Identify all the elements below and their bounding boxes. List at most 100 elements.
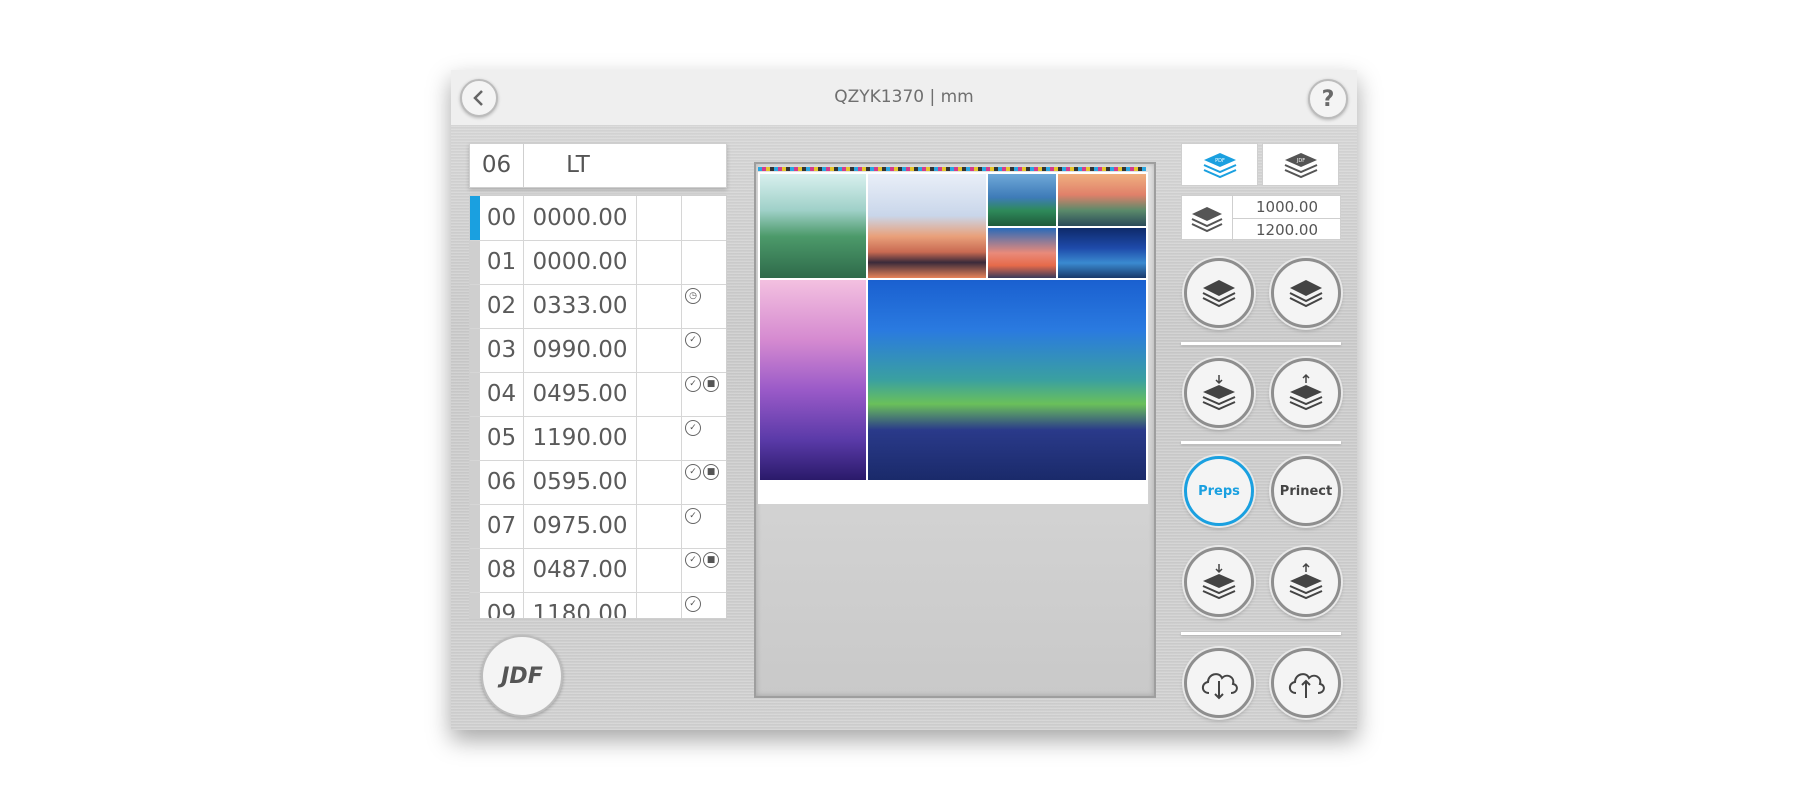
list-row[interactable]: 03 0990.00 ✓	[470, 328, 726, 373]
list-row-icons: ✓	[682, 420, 726, 440]
prinect-label: Prinect	[1279, 483, 1333, 499]
list-row[interactable]: 09 1180.00 ✓	[470, 592, 726, 618]
list-row-empty-cell	[637, 460, 682, 504]
pdf-layers-icon: PDF	[1203, 152, 1236, 178]
list-row-index: 01	[480, 240, 524, 284]
list-row-empty-cell	[637, 372, 682, 416]
layers-width-button[interactable]	[1184, 258, 1254, 328]
value-list[interactable]: 00 0000.00 01 0000.00 02 0333.00 ◷ 03 0990.00 ✓ 04…	[469, 195, 727, 619]
chevron-left-icon	[473, 90, 483, 106]
artwork-green-hills	[988, 174, 1056, 226]
color-control-strip	[758, 167, 1146, 171]
stop-search-icon: ■	[703, 376, 719, 392]
print-sheet-preview	[754, 162, 1156, 698]
list-row-icons: ✓	[682, 508, 726, 528]
list-row-value[interactable]: 1180.00	[524, 592, 637, 618]
cloud-upload-button[interactable]	[1271, 648, 1341, 718]
list-row-value[interactable]: 0975.00	[524, 504, 637, 548]
list-row-icons: ✓ ■	[682, 464, 726, 484]
timer-icon: ◷	[685, 288, 701, 304]
list-row-value[interactable]: 0000.00	[524, 196, 637, 240]
list-row[interactable]: 08 0487.00 ✓ ■	[470, 548, 726, 593]
check-search-icon: ✓	[685, 552, 701, 568]
artwork-lake-cabin	[868, 280, 1146, 480]
jdf-logo-button[interactable]: JDF	[481, 635, 563, 717]
jdf-export-button[interactable]	[1271, 547, 1341, 617]
list-row-icons	[682, 200, 726, 220]
list-header-number[interactable]: 06	[470, 144, 524, 187]
jdf-import-button[interactable]	[1184, 547, 1254, 617]
list-row-index: 07	[480, 504, 524, 548]
cloud-download-button[interactable]	[1184, 648, 1254, 718]
jdf-import-icon	[1202, 564, 1236, 600]
list-row-index: 03	[480, 328, 524, 372]
back-button[interactable]	[460, 79, 498, 117]
divider	[1181, 441, 1341, 444]
list-row-empty-cell	[637, 548, 682, 592]
divider	[1181, 342, 1341, 345]
check-search-icon: ✓	[685, 332, 701, 348]
imposition-area	[758, 172, 1148, 504]
list-row-icons: ✓ ■	[682, 376, 726, 396]
check-search-icon: ✓	[685, 508, 701, 524]
list-row-value[interactable]: 0595.00	[524, 460, 637, 504]
list-row[interactable]: 02 0333.00 ◷	[470, 284, 726, 329]
tab-jdf[interactable]: JDF	[1262, 143, 1339, 186]
list-row-index: 02	[480, 284, 524, 328]
stop-search-icon: ■	[703, 552, 719, 568]
list-row-icons: ✓ ■	[682, 552, 726, 572]
page-title: QZYK1370 | mm	[834, 87, 974, 107]
stop-search-icon: ■	[703, 464, 719, 480]
divider	[1181, 632, 1341, 635]
list-row-empty-cell	[637, 328, 682, 372]
cloud-upload-icon	[1288, 673, 1325, 698]
title-bar: QZYK1370 | mm ?	[451, 70, 1357, 126]
prinect-button[interactable]: Prinect	[1271, 456, 1341, 526]
pdf-import-button[interactable]	[1184, 358, 1254, 428]
artwork-desert-dunes	[868, 174, 986, 278]
help-icon: ?	[1321, 86, 1335, 112]
list-row-index: 05	[480, 416, 524, 460]
list-row-value[interactable]: 0000.00	[524, 240, 637, 284]
artwork-village-hill	[760, 174, 866, 278]
check-search-icon: ✓	[685, 420, 701, 436]
list-row-value[interactable]: 1190.00	[524, 416, 637, 460]
pdf-export-icon	[1289, 373, 1323, 411]
list-row[interactable]: 06 0595.00 ✓ ■	[470, 460, 726, 505]
layers-height-button[interactable]	[1271, 258, 1341, 328]
layers-height-icon	[1289, 280, 1323, 308]
tab-pdf[interactable]: PDF	[1181, 143, 1258, 186]
jdf-logo-icon: JDF	[501, 663, 543, 689]
list-row-value[interactable]: 0495.00	[524, 372, 637, 416]
list-row-value[interactable]: 0990.00	[524, 328, 637, 372]
list-row-empty-cell	[637, 284, 682, 328]
list-row-icons: ◷	[682, 288, 726, 308]
pdf-export-button[interactable]	[1271, 358, 1341, 428]
check-search-icon: ✓	[685, 376, 701, 392]
cloud-download-icon	[1201, 673, 1238, 700]
list-row[interactable]: 01 0000.00	[470, 240, 726, 285]
pdf-import-icon	[1202, 375, 1236, 411]
list-row-icons: ✓	[682, 596, 726, 616]
help-button[interactable]: ?	[1308, 79, 1348, 119]
list-row[interactable]: 07 0975.00 ✓	[470, 504, 726, 549]
sheet-width-field[interactable]: 1000.00	[1233, 196, 1341, 219]
list-header-label[interactable]: LT	[523, 144, 633, 187]
list-row-empty-cell	[637, 592, 682, 618]
list-row-value[interactable]: 0487.00	[524, 548, 637, 592]
sheet-height-field[interactable]: 1200.00	[1233, 219, 1341, 241]
check-search-icon: ✓	[685, 464, 701, 480]
tab-jdf-label: JDF	[1295, 158, 1304, 164]
main-panel: QZYK1370 | mm ? 06 LT 00 0000.00 01 0000.00…	[451, 70, 1357, 730]
list-row-value[interactable]: 0333.00	[524, 284, 637, 328]
list-row-empty-cell	[637, 196, 682, 240]
list-header: 06 LT	[469, 143, 727, 188]
list-row[interactable]: 00 0000.00	[470, 196, 726, 241]
list-row[interactable]: 05 1190.00 ✓	[470, 416, 726, 461]
preps-button[interactable]: Preps	[1184, 456, 1254, 526]
jdf-export-icon	[1289, 562, 1323, 600]
list-row[interactable]: 04 0495.00 ✓ ■	[470, 372, 726, 417]
list-row-index: 04	[480, 372, 524, 416]
tab-pdf-label: PDF	[1215, 158, 1225, 164]
sheet-size-box: 1000.00 1200.00	[1181, 195, 1341, 241]
